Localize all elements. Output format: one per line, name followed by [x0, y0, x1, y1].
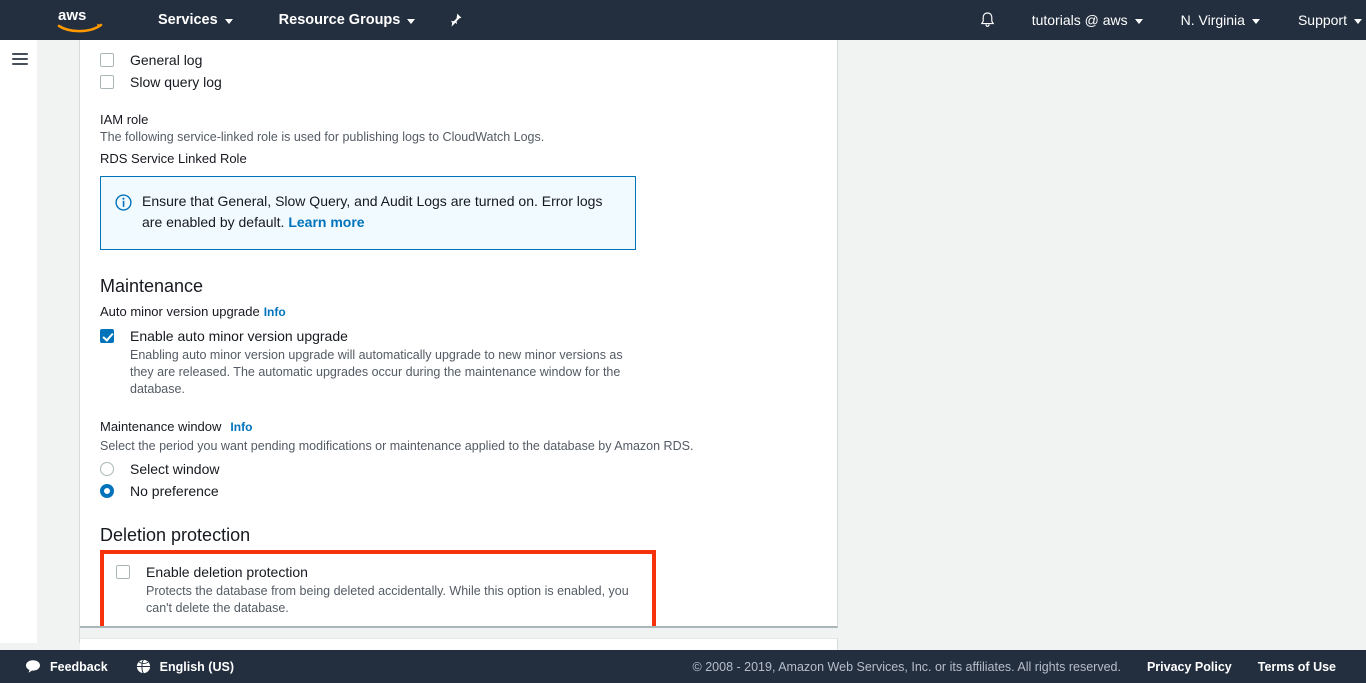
- maintenance-window-info-link[interactable]: Info: [230, 420, 252, 434]
- pin-button[interactable]: [447, 12, 463, 28]
- iam-role-description: The following service-linked role is use…: [100, 129, 817, 146]
- maintenance-window-field: Maintenance window Info Select the period…: [100, 418, 817, 455]
- nav-services-menu[interactable]: Services: [154, 0, 237, 40]
- enable-auto-minor-version-label: Enable auto minor version upgrade: [130, 326, 635, 346]
- maintenance-section-title: Maintenance: [100, 276, 817, 297]
- iam-role-title: IAM role: [100, 112, 817, 127]
- chevron-down-icon: [225, 19, 233, 24]
- logs-info-alert-text: Ensure that General, Slow Query, and Aud…: [142, 191, 612, 233]
- privacy-policy-link[interactable]: Privacy Policy: [1147, 660, 1232, 674]
- general-log-label: General log: [130, 50, 202, 70]
- aws-logo-icon: aws: [56, 5, 104, 35]
- hamburger-icon: [12, 53, 28, 55]
- info-circle-icon: [115, 194, 132, 211]
- general-log-row[interactable]: General log: [100, 50, 817, 70]
- no-preference-radio[interactable]: [100, 484, 114, 498]
- enable-deletion-protection-row[interactable]: Enable deletion protection Protects the …: [116, 562, 642, 617]
- hamburger-icon: [12, 58, 28, 60]
- nav-resource-groups-menu[interactable]: Resource Groups: [275, 0, 420, 40]
- enable-deletion-protection-checkbox[interactable]: [116, 565, 130, 579]
- secondary-panel: [80, 638, 838, 650]
- footer-left-group: Feedback English (US): [25, 659, 234, 674]
- chevron-down-icon: [1354, 19, 1362, 24]
- no-preference-label: No preference: [130, 483, 219, 499]
- maintenance-window-label: Maintenance window: [100, 419, 221, 434]
- feedback-label: Feedback: [50, 660, 108, 674]
- enable-auto-minor-version-checkbox[interactable]: [100, 329, 114, 343]
- learn-more-link[interactable]: Learn more: [288, 214, 364, 230]
- chevron-down-icon: [407, 19, 415, 24]
- auto-minor-version-label: Auto minor version upgrade: [100, 304, 260, 319]
- auto-minor-version-field: Auto minor version upgrade Info: [100, 303, 817, 321]
- logs-info-alert: Ensure that General, Slow Query, and Aud…: [100, 176, 636, 250]
- page-gutter: [37, 40, 80, 643]
- svg-text:aws: aws: [58, 7, 86, 24]
- maintenance-window-option-no-preference[interactable]: No preference: [100, 483, 817, 499]
- nav-account-menu[interactable]: tutorials @ aws: [1028, 0, 1147, 40]
- slow-query-log-row[interactable]: Slow query log: [100, 72, 817, 92]
- notifications-button[interactable]: [965, 11, 1010, 29]
- select-window-radio[interactable]: [100, 462, 114, 476]
- slow-query-log-checkbox[interactable]: [100, 75, 114, 89]
- deletion-protection-section-title: Deletion protection: [100, 525, 817, 546]
- globe-icon: [136, 659, 151, 674]
- pushpin-icon: [447, 12, 463, 28]
- auto-minor-version-info-link[interactable]: Info: [264, 305, 286, 319]
- terms-of-use-link[interactable]: Terms of Use: [1258, 660, 1336, 674]
- nav-region-label: N. Virginia: [1181, 12, 1245, 28]
- general-log-checkbox[interactable]: [100, 53, 114, 67]
- footer-bar: Feedback English (US) © 2008 - 2019, Ama…: [0, 650, 1366, 683]
- nav-support-menu[interactable]: Support: [1294, 0, 1366, 40]
- nav-right-group: tutorials @ aws N. Virginia Support: [965, 0, 1366, 40]
- enable-deletion-protection-label: Enable deletion protection: [146, 562, 642, 582]
- speech-bubble-icon: [25, 659, 41, 674]
- alert-message: Ensure that General, Slow Query, and Aud…: [142, 193, 602, 230]
- select-window-label: Select window: [130, 461, 220, 477]
- maintenance-window-description: Select the period you want pending modif…: [100, 438, 817, 455]
- footer-right-group: © 2008 - 2019, Amazon Web Services, Inc.…: [693, 660, 1336, 674]
- iam-role-section: IAM role The following service-linked ro…: [100, 112, 817, 166]
- hamburger-icon: [12, 63, 28, 65]
- enable-deletion-protection-description: Protects the database from being deleted…: [146, 583, 642, 617]
- deletion-protection-highlight: Enable deletion protection Protects the …: [100, 550, 656, 628]
- aws-logo[interactable]: aws: [56, 5, 104, 35]
- enable-auto-minor-version-row[interactable]: Enable auto minor version upgrade Enabli…: [100, 326, 817, 398]
- nav-support-label: Support: [1298, 12, 1347, 28]
- maintenance-window-option-select-window[interactable]: Select window: [100, 461, 817, 477]
- main-content-panel: General log Slow query log IAM role The …: [80, 40, 838, 628]
- enable-auto-minor-version-description: Enabling auto minor version upgrade will…: [130, 347, 635, 398]
- top-navigation-bar: aws Services Resource Groups tutorials @…: [0, 0, 1366, 40]
- chevron-down-icon: [1252, 19, 1260, 24]
- copyright-text: © 2008 - 2019, Amazon Web Services, Inc.…: [693, 660, 1121, 674]
- iam-role-value: RDS Service Linked Role: [100, 151, 817, 166]
- language-label: English (US): [160, 660, 234, 674]
- language-selector[interactable]: English (US): [136, 659, 234, 674]
- nav-account-label: tutorials @ aws: [1032, 12, 1128, 28]
- chevron-down-icon: [1135, 19, 1143, 24]
- sidebar-toggle-button[interactable]: [12, 53, 28, 65]
- nav-resource-groups-label: Resource Groups: [279, 12, 401, 28]
- feedback-button[interactable]: Feedback: [25, 659, 108, 674]
- nav-services-label: Services: [158, 12, 218, 28]
- slow-query-log-label: Slow query log: [130, 72, 222, 92]
- nav-region-menu[interactable]: N. Virginia: [1177, 0, 1264, 40]
- bell-icon: [979, 11, 996, 29]
- left-rail: [0, 40, 37, 643]
